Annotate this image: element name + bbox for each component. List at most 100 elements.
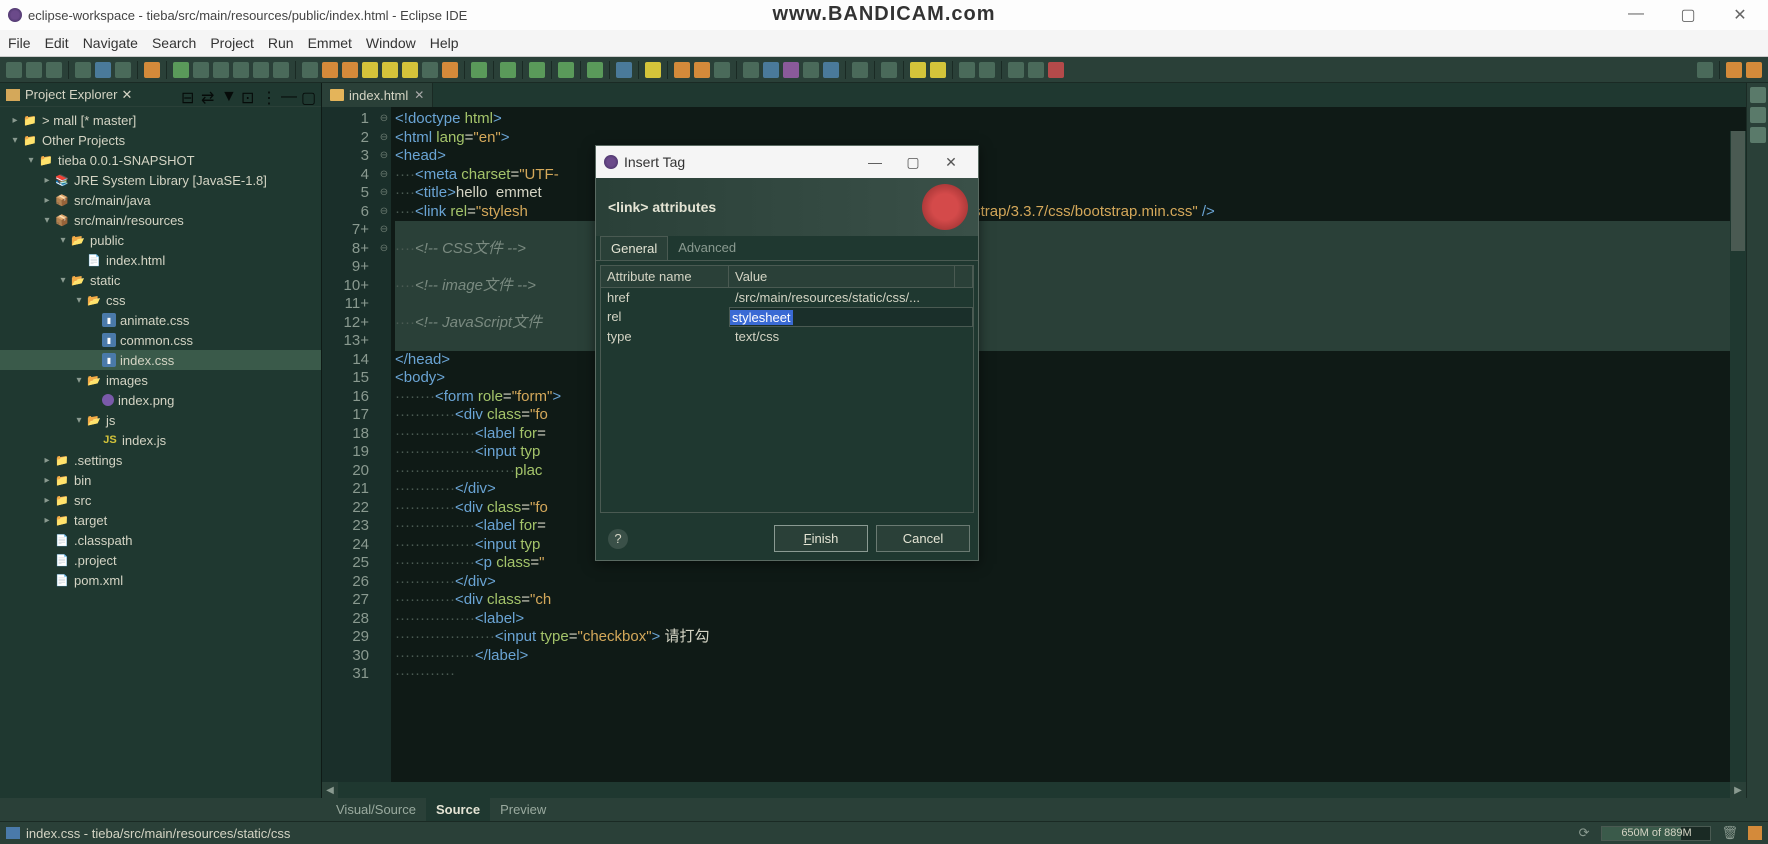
tab-general[interactable]: General xyxy=(600,236,668,260)
outline-icon[interactable] xyxy=(743,62,759,78)
tree-index-png[interactable]: index.png xyxy=(118,393,174,408)
minimize-button[interactable]: — xyxy=(1616,5,1656,25)
focus-icon[interactable]: ⊡ xyxy=(241,88,255,102)
menu-run[interactable]: Run xyxy=(268,35,294,51)
menu-edit[interactable]: Edit xyxy=(45,35,69,51)
misc2-icon[interactable] xyxy=(979,62,995,78)
tab-close-icon[interactable]: ✕ xyxy=(414,88,424,102)
step-over-icon[interactable] xyxy=(253,62,269,78)
max-icon[interactable]: ▢ xyxy=(301,88,315,102)
debug-config-icon[interactable] xyxy=(322,62,338,78)
menu-help[interactable]: Help xyxy=(430,35,459,51)
tree-jre[interactable]: JRE System Library [JavaSE-1.8] xyxy=(74,173,267,188)
bug-icon[interactable] xyxy=(500,62,516,78)
tree-public[interactable]: public xyxy=(90,233,124,248)
scroll-left-icon[interactable]: ◀ xyxy=(322,782,338,798)
wand-icon[interactable] xyxy=(144,62,160,78)
annot-icon[interactable] xyxy=(881,62,897,78)
j2-icon[interactable] xyxy=(402,62,418,78)
dialog-maximize-button[interactable]: ▢ xyxy=(894,154,932,171)
fold-column[interactable]: ⊖⊖⊖⊖⊖⊖⊖⊖ xyxy=(377,107,391,782)
back-icon[interactable] xyxy=(910,62,926,78)
java-persp-icon[interactable] xyxy=(1746,62,1762,78)
tree-animate-css[interactable]: animate.css xyxy=(120,313,189,328)
notification-icon[interactable] xyxy=(1748,826,1762,840)
browser-icon[interactable] xyxy=(783,62,799,78)
server-icon[interactable] xyxy=(616,62,632,78)
menu-project[interactable]: Project xyxy=(210,35,254,51)
tree-index-css[interactable]: index.css xyxy=(120,353,174,368)
tree-pom[interactable]: pom.xml xyxy=(74,573,123,588)
nav-icon[interactable] xyxy=(852,62,868,78)
close-button[interactable]: ✕ xyxy=(1720,5,1760,25)
attr-value-href[interactable]: /src/main/resources/static/css/... xyxy=(729,288,973,307)
open-icon[interactable] xyxy=(674,62,690,78)
maximize-button[interactable]: ▢ xyxy=(1668,5,1708,25)
list2-icon[interactable] xyxy=(823,62,839,78)
min-icon[interactable]: — xyxy=(281,88,295,102)
menu-file[interactable]: File xyxy=(8,35,31,51)
outline-view-icon[interactable] xyxy=(1750,87,1766,103)
tree-index-html[interactable]: index.html xyxy=(106,253,165,268)
tree-classpath[interactable]: .classpath xyxy=(74,533,133,548)
cancel-button[interactable]: Cancel xyxy=(876,525,970,552)
hat-icon[interactable] xyxy=(1048,62,1064,78)
tab-advanced[interactable]: Advanced xyxy=(668,236,746,260)
tree-common-css[interactable]: common.css xyxy=(120,333,193,348)
box-icon[interactable] xyxy=(422,62,438,78)
menu-search[interactable]: Search xyxy=(152,35,196,51)
j1-icon[interactable] xyxy=(382,62,398,78)
tree-bin[interactable]: bin xyxy=(74,473,91,488)
menu-window[interactable]: Window xyxy=(366,35,416,51)
menu-emmet[interactable]: Emmet xyxy=(308,35,352,51)
list-icon[interactable] xyxy=(803,62,819,78)
close-view-icon[interactable]: ✕ xyxy=(121,87,132,103)
link-editor-icon[interactable]: ⇄ xyxy=(201,88,215,102)
finish-button[interactable]: Finish xyxy=(774,525,868,552)
trash-icon[interactable]: 🗑 xyxy=(1721,825,1738,841)
tree-src[interactable]: src xyxy=(74,493,91,508)
tool-icon[interactable] xyxy=(302,62,318,78)
tree-settings[interactable]: .settings xyxy=(74,453,122,468)
globe-icon[interactable] xyxy=(763,62,779,78)
col-attr-name[interactable]: Attribute name xyxy=(601,266,729,287)
step-into-icon[interactable] xyxy=(273,62,289,78)
stop-icon[interactable] xyxy=(213,62,229,78)
pause-icon[interactable] xyxy=(193,62,209,78)
misc1-icon[interactable] xyxy=(959,62,975,78)
run-icon[interactable] xyxy=(173,62,189,78)
step-icon[interactable] xyxy=(233,62,249,78)
tree-mall[interactable]: > mall [* master] xyxy=(42,113,136,128)
save-icon[interactable] xyxy=(26,62,42,78)
open2-icon[interactable] xyxy=(694,62,710,78)
vertical-scrollbar[interactable] xyxy=(1730,131,1746,782)
view-menu-icon[interactable]: ⋮ xyxy=(261,88,275,102)
tree-other[interactable]: Other Projects xyxy=(42,133,125,148)
table-row[interactable]: rel stylesheet xyxy=(601,307,973,327)
compile-icon[interactable] xyxy=(471,62,487,78)
dialog-title-bar[interactable]: Insert Tag — ▢ ✕ xyxy=(596,146,978,178)
save-all-icon[interactable] xyxy=(46,62,62,78)
gear-icon[interactable] xyxy=(442,62,458,78)
editor-tab-index-html[interactable]: index.html ✕ xyxy=(322,83,433,107)
refresh-icon[interactable]: ⟳ xyxy=(1579,825,1590,841)
marker-icon[interactable] xyxy=(1028,62,1044,78)
table-row[interactable]: type text/css xyxy=(601,327,973,346)
code-editor[interactable]: 1234567+8+9+10+11+12+13+1415161718192021… xyxy=(322,107,1746,782)
memory-indicator[interactable]: 650M of 889M xyxy=(1601,826,1711,841)
help-icon[interactable]: ? xyxy=(608,529,628,549)
perspective-icon[interactable] xyxy=(1726,62,1742,78)
tree-src-res[interactable]: src/main/resources xyxy=(74,213,184,228)
scroll-right-icon[interactable]: ▶ xyxy=(1730,782,1746,798)
tree-tieba[interactable]: tieba 0.0.1-SNAPSHOT xyxy=(58,153,195,168)
tree-target[interactable]: target xyxy=(74,513,107,528)
tree-images[interactable]: images xyxy=(106,373,148,388)
new-class-icon[interactable] xyxy=(645,62,661,78)
new-css-icon[interactable] xyxy=(95,62,111,78)
new-icon[interactable] xyxy=(6,62,22,78)
horizontal-scrollbar[interactable]: ◀ ▶ xyxy=(322,782,1746,798)
new-file-icon[interactable] xyxy=(75,62,91,78)
bulb-icon[interactable] xyxy=(342,62,358,78)
col-value[interactable]: Value xyxy=(729,266,955,287)
tab-preview[interactable]: Preview xyxy=(490,798,556,821)
